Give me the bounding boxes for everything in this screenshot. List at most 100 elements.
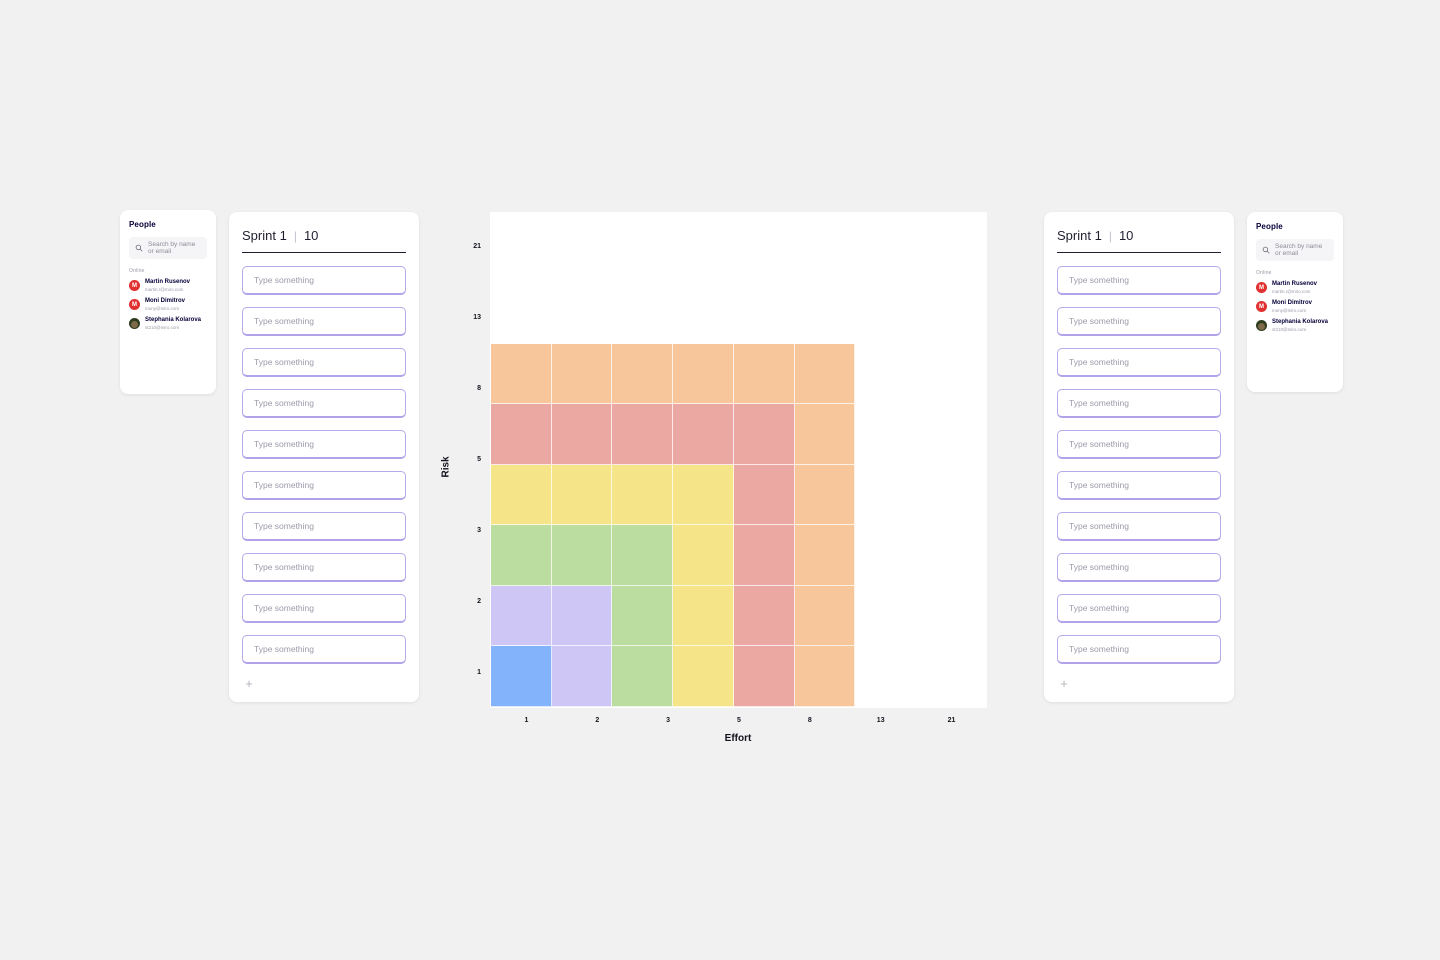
heatmap-cell[interactable] <box>491 283 552 344</box>
y-axis-tick: 2 <box>477 597 481 605</box>
heatmap-cell[interactable] <box>551 585 613 647</box>
heatmap-cell[interactable] <box>673 646 734 707</box>
heatmap-cell[interactable] <box>794 585 856 647</box>
heatmap-cell[interactable] <box>855 525 916 586</box>
heatmap-cell[interactable] <box>673 464 734 526</box>
sprint-item-input[interactable]: Type something <box>242 389 406 418</box>
risk-effort-heatmap <box>491 283 916 707</box>
heatmap-cell[interactable] <box>855 585 916 647</box>
sprint-item-input[interactable]: Type something <box>242 512 406 541</box>
people-search-placeholder-right: Search by name or email <box>1275 243 1323 257</box>
y-axis-tick: 21 <box>473 243 481 251</box>
heatmap-cell[interactable] <box>855 343 916 405</box>
heatmap-cell[interactable] <box>551 464 613 526</box>
heatmap-cell[interactable] <box>551 283 613 344</box>
heatmap-cell[interactable] <box>733 283 795 344</box>
heatmap-cell[interactable] <box>733 646 795 707</box>
heatmap-cell[interactable] <box>794 343 856 405</box>
heatmap-cell[interactable] <box>612 404 674 465</box>
list-item[interactable]: M Moni Dimitrov mony@miro.com <box>1256 300 1334 313</box>
sprint-item-input[interactable]: Type something <box>242 594 406 623</box>
heatmap-cell[interactable] <box>551 525 613 586</box>
sprint-item-input[interactable]: Type something <box>242 635 406 664</box>
list-item[interactable]: Stephania Kolarova st210@miro.com <box>1256 319 1334 332</box>
sprint-item-input[interactable]: Type something <box>1057 553 1221 582</box>
heatmap-cell[interactable] <box>491 464 552 526</box>
person-meta: Martin Rusenov martin.r@miro.com <box>145 279 190 292</box>
sprint-item-input[interactable]: Type something <box>1057 635 1221 664</box>
x-axis-tick: 2 <box>595 717 600 724</box>
person-meta: Stephania Kolarova st210@miro.com <box>1272 319 1328 332</box>
heatmap-cell[interactable] <box>733 464 795 526</box>
heatmap-cell[interactable] <box>612 525 674 586</box>
add-item-button-right[interactable]: + <box>1057 677 1071 690</box>
avatar: M <box>1256 282 1267 294</box>
sprint-item-input[interactable]: Type something <box>1057 430 1221 459</box>
heatmap-cell[interactable] <box>673 404 734 465</box>
heatmap-cell[interactable] <box>794 404 856 465</box>
heatmap-cell[interactable] <box>855 646 916 707</box>
heatmap-cell[interactable] <box>855 404 916 465</box>
heatmap-cell[interactable] <box>612 343 674 405</box>
heatmap-cell[interactable] <box>733 525 795 586</box>
heatmap-cell[interactable] <box>673 525 734 586</box>
list-item[interactable]: M Martin Rusenov martin.r@miro.com <box>129 279 207 292</box>
list-item[interactable]: M Martin Rusenov martin.r@miro.com <box>1256 281 1334 294</box>
avatar <box>129 318 140 330</box>
sprint-item-input[interactable]: Type something <box>242 307 406 336</box>
heatmap-cell[interactable] <box>551 646 613 707</box>
heatmap-cell[interactable] <box>551 404 613 465</box>
sprint-item-input[interactable]: Type something <box>1057 594 1221 623</box>
sprint-item-input[interactable]: Type something <box>1057 512 1221 541</box>
heatmap-cell[interactable] <box>855 464 916 526</box>
avatar: M <box>1256 301 1267 313</box>
heatmap-cell[interactable] <box>551 343 613 405</box>
person-name: Martin Rusenov <box>145 279 191 285</box>
people-section-label-right: Online <box>1256 270 1272 276</box>
people-search-placeholder: Search by name or email <box>148 241 196 255</box>
people-search-field[interactable]: Search by name or email <box>129 237 207 259</box>
heatmap-cell[interactable] <box>491 585 552 647</box>
sprint-item-input[interactable]: Type something <box>242 471 406 500</box>
heatmap-cell[interactable] <box>794 283 856 344</box>
heatmap-cell[interactable] <box>491 646 552 707</box>
sprint-item-input[interactable]: Type something <box>242 266 406 295</box>
heatmap-cell[interactable] <box>673 343 734 405</box>
heatmap-cell[interactable] <box>491 343 552 405</box>
sprint-item-input[interactable]: Type something <box>1057 389 1221 418</box>
risk-effort-chart-card <box>490 212 987 708</box>
sprint-item-input[interactable]: Type something <box>242 553 406 582</box>
people-section-label: Online <box>129 268 145 274</box>
person-name: Martin Rusenov <box>1272 281 1318 287</box>
x-axis-tick: 8 <box>807 717 812 724</box>
heatmap-cell[interactable] <box>855 283 916 344</box>
sprint-item-input[interactable]: Type something <box>1057 266 1221 295</box>
sprint-item-input[interactable]: Type something <box>242 348 406 377</box>
list-item[interactable]: Stephania Kolarova st210@miro.com <box>129 317 207 330</box>
heatmap-cell[interactable] <box>794 646 856 707</box>
heatmap-cell[interactable] <box>794 525 856 586</box>
heatmap-cell[interactable] <box>794 464 856 526</box>
person-email: martin.r@miro.com <box>145 286 184 292</box>
sprint-item-input[interactable]: Type something <box>1057 471 1221 500</box>
heatmap-cell[interactable] <box>612 646 674 707</box>
people-search-field-right[interactable]: Search by name or email <box>1256 239 1334 261</box>
heatmap-cell[interactable] <box>673 585 734 647</box>
heatmap-cell[interactable] <box>491 404 552 465</box>
y-axis-title: Risk <box>440 456 452 478</box>
heatmap-cell[interactable] <box>491 525 552 586</box>
heatmap-cell[interactable] <box>733 585 795 647</box>
y-axis-tick: 13 <box>473 314 481 322</box>
add-item-button[interactable]: + <box>242 677 256 690</box>
sprint-item-input[interactable]: Type something <box>1057 348 1221 377</box>
person-meta: Moni Dimitrov mony@miro.com <box>1272 300 1312 313</box>
heatmap-cell[interactable] <box>733 343 795 405</box>
heatmap-cell[interactable] <box>673 283 734 344</box>
heatmap-cell[interactable] <box>612 464 674 526</box>
sprint-item-input[interactable]: Type something <box>1057 307 1221 336</box>
heatmap-cell[interactable] <box>612 283 674 344</box>
sprint-item-input[interactable]: Type something <box>242 430 406 459</box>
list-item[interactable]: M Moni Dimitrov mony@miro.com <box>129 298 207 311</box>
heatmap-cell[interactable] <box>612 585 674 647</box>
heatmap-cell[interactable] <box>733 404 795 465</box>
